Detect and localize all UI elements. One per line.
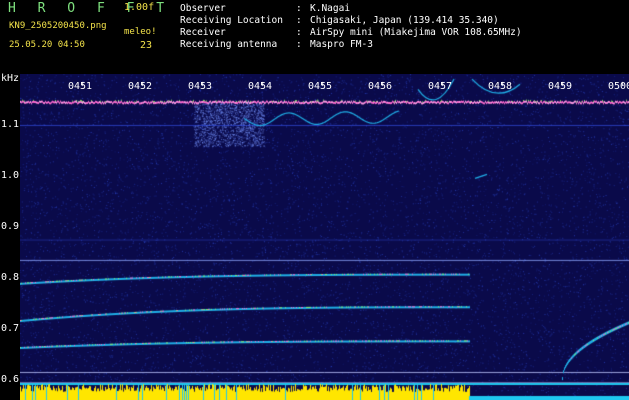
frequency-tick-label: 0.9 [1, 220, 20, 232]
info-colon: : [296, 39, 302, 50]
info-value: Chigasaki, Japan (139.414 35.340) [310, 15, 499, 26]
time-tick-label: 0452 [128, 81, 153, 92]
frequency-tick-label: 1.1 [1, 118, 20, 130]
info-antenna: Receiving antenna: Maspro FM-3 [180, 40, 373, 50]
time-tick-label: 0500 [608, 81, 629, 92]
time-tick-label: 0457 [428, 81, 453, 92]
spectrogram-canvas [20, 74, 629, 400]
info-value: Maspro FM-3 [310, 39, 373, 50]
info-colon: : [296, 27, 302, 38]
header-panel: H R O F F T 1.00f KN9_2505200450.png mel… [0, 0, 629, 74]
time-tick-label: 0458 [488, 81, 513, 92]
app-version: 1.00f [124, 2, 155, 13]
image-filename: KN9_2505200450.png [9, 21, 107, 31]
info-colon: : [296, 3, 302, 14]
time-tick-label: 0453 [188, 81, 213, 92]
info-key: Receiving antenna [180, 39, 278, 50]
info-value: K.Nagai [310, 3, 351, 14]
frequency-tick-label: 0.7 [1, 322, 20, 334]
info-value: AirSpy mini (Miakejima VOR 108.65MHz) [310, 27, 522, 38]
frequency-tick-label: 0.6 [1, 373, 20, 385]
time-tick-label: 0455 [308, 81, 333, 92]
info-location: Receiving Location: Chigasaki, Japan (139… [180, 16, 499, 26]
time-tick-label: 0456 [368, 81, 393, 92]
time-tick-label: 0451 [68, 81, 93, 92]
capture-datetime: 25.05.20 04:50 [9, 40, 85, 50]
time-tick-label: 0459 [548, 81, 573, 92]
counter-label: meleo! [124, 27, 157, 37]
frequency-unit: kHz [1, 73, 20, 84]
info-colon: : [296, 15, 302, 26]
frequency-tick-label: 1.0 [1, 169, 20, 181]
info-key: Receiving Location [180, 15, 283, 26]
info-key: Observer [180, 3, 226, 14]
time-tick-label: 0454 [248, 81, 273, 92]
frequency-tick-label: 0.8 [1, 271, 20, 283]
counter-value: 23 [140, 40, 153, 51]
info-key: Receiver [180, 27, 226, 38]
info-observer: Observer: K.Nagai [180, 4, 350, 14]
info-receiver: Receiver: AirSpy mini (Miakejima VOR 108.… [180, 28, 522, 38]
